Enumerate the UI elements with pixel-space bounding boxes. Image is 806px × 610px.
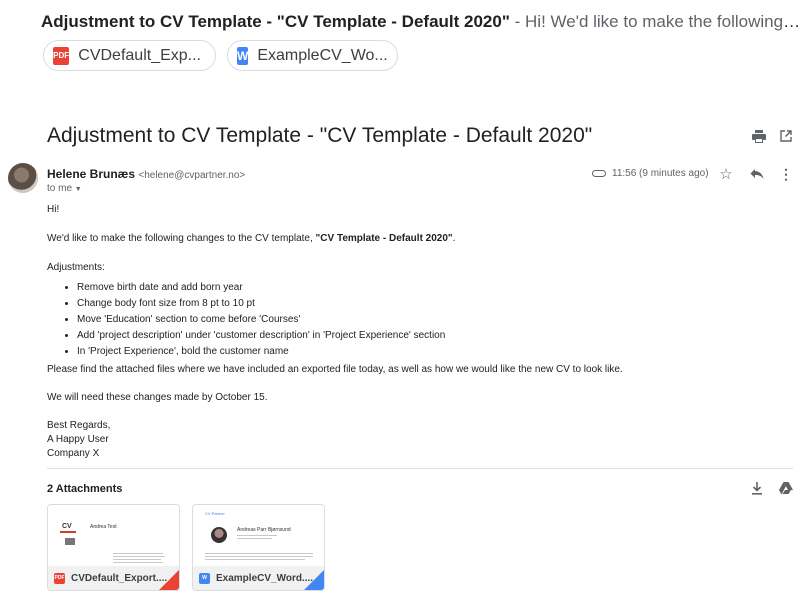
divider xyxy=(47,468,793,469)
thread-subject-line: Adjustment to CV Template - "CV Template… xyxy=(41,12,801,32)
attachment-chip-pdf[interactable]: PDF CVDefault_Exp... xyxy=(43,40,216,71)
deadline: We will need these changes made by Octob… xyxy=(47,392,268,403)
thumb-logo: CV Partner xyxy=(205,511,225,516)
reply-icon[interactable] xyxy=(749,166,765,182)
sender-email: <helene@cvpartner.no> xyxy=(138,170,246,181)
open-in-new-icon[interactable] xyxy=(778,128,794,144)
adjustments-heading: Adjustments: xyxy=(47,262,105,273)
attachment-name: ExampleCV_Word.... xyxy=(216,572,314,584)
list-item: In 'Project Experience', bold the custom… xyxy=(77,345,445,359)
template-name: "CV Template - Default 2020" xyxy=(315,233,453,244)
cv-logo: CV xyxy=(62,523,72,530)
word-icon: W xyxy=(199,572,210,584)
signoff-line: Best Regards, xyxy=(47,420,111,431)
adjustments-list: Remove birth date and add born year Chan… xyxy=(77,281,445,359)
intro-suffix: . xyxy=(452,233,456,244)
avatar[interactable] xyxy=(8,163,38,193)
thread-subject: Adjustment to CV Template - "CV Template… xyxy=(41,12,510,31)
drive-icon[interactable] xyxy=(778,480,794,496)
chevron-down-icon: ▼ xyxy=(74,186,82,193)
thumb-name: Andreas Parr Bjørnsund xyxy=(237,527,291,533)
list-item: Move 'Education' section to come before … xyxy=(77,313,445,327)
intro: We'd like to make the following changes … xyxy=(47,232,455,246)
recipients-toggle[interactable]: to me ▼ xyxy=(47,183,82,194)
pdf-icon: PDF xyxy=(54,572,65,584)
pdf-icon: PDF xyxy=(53,46,70,65)
recipients-label: to me xyxy=(47,183,73,194)
more-icon[interactable]: ⋮ xyxy=(778,166,794,182)
time-label: 11:56 (9 minutes ago) xyxy=(612,168,709,179)
thumb-name: Andrea Test xyxy=(90,524,117,530)
word-icon: W xyxy=(237,46,249,65)
attachments-title: 2 Attachments xyxy=(47,483,123,495)
attached-note: Please find the attached files where we … xyxy=(47,364,623,375)
message-time: 11:56 (9 minutes ago) xyxy=(592,168,709,179)
thread-snippet: - Hi! We'd like to make the following ch… xyxy=(509,12,801,31)
signoff-line: Company X xyxy=(47,448,100,459)
message-subject: Adjustment to CV Template - "CV Template… xyxy=(47,124,593,147)
attachment-card-word[interactable]: CV Partner Andreas Parr Bjørnsund W Exam… xyxy=(192,504,325,591)
intro-prefix: We'd like to make the following changes … xyxy=(47,233,316,244)
print-icon[interactable] xyxy=(751,128,767,144)
chip-label: CVDefault_Exp... xyxy=(78,46,201,64)
list-item: Add 'project description' under 'custome… xyxy=(77,329,445,343)
attachment-card-pdf[interactable]: CV Andrea Test PDF CVDefault_Export.... xyxy=(47,504,180,591)
file-corner xyxy=(159,570,179,590)
chip-label: ExampleCV_Wo... xyxy=(257,46,388,64)
attachment-thumbnail: CV Andrea Test xyxy=(48,505,179,568)
list-item: Remove birth date and add born year xyxy=(77,281,445,295)
sender-name: Helene Brunæs xyxy=(47,167,136,181)
photo-placeholder xyxy=(211,527,227,543)
greeting: Hi! xyxy=(47,204,60,215)
attachment-chip-word[interactable]: W ExampleCV_Wo... xyxy=(227,40,398,71)
attachment-name: CVDefault_Export.... xyxy=(71,572,168,584)
sender: Helene Brunæs <helene@cvpartner.no> xyxy=(47,167,245,181)
signoff-line: A Happy User xyxy=(47,434,109,445)
photo-placeholder xyxy=(65,538,75,545)
star-icon[interactable]: ☆ xyxy=(718,166,734,183)
download-icon[interactable] xyxy=(749,480,765,496)
attachment-icon xyxy=(592,170,606,177)
attachment-thumbnail: CV Partner Andreas Parr Bjørnsund xyxy=(193,505,324,568)
list-item: Change body font size from 8 pt to 10 pt xyxy=(77,297,445,311)
file-corner xyxy=(304,570,324,590)
